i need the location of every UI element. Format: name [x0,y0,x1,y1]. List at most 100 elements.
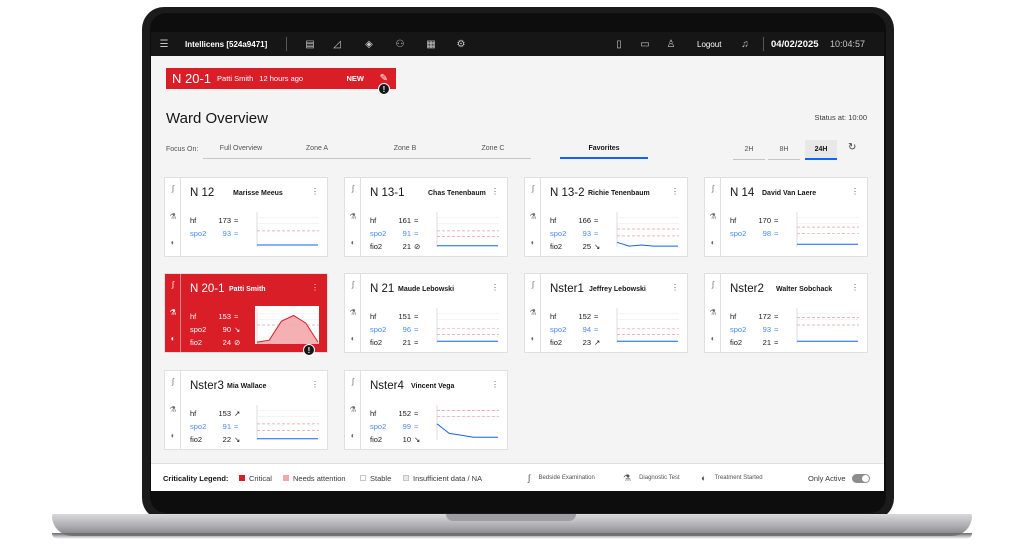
status-timestamp: Status at: 10:00 [814,113,867,122]
card-overflow-menu-icon[interactable]: ⋮ [671,283,679,292]
card-rail: ∫ ⚗ ◐ [345,371,361,449]
users-icon[interactable]: ⚇ [392,32,408,56]
card-overflow-menu-icon[interactable]: ⋮ [851,283,859,292]
stethoscope-icon[interactable]: ∫ [168,280,178,289]
tab-zone-b[interactable]: Zone B [355,139,455,159]
bed-card[interactable]: ∫ ⚗ ◐ N 21 Maude Lebowski ⋮ hf 151 ≈ spo… [345,274,507,352]
bandage-icon[interactable]: ◐ [708,334,718,343]
bed-card[interactable]: ∫ ⚗ ◐ N 13-2 Richie Tenenbaum ⋮ hf 166 ≈… [525,178,687,256]
card-overflow-menu-icon[interactable]: ⋮ [491,187,499,196]
flask-icon[interactable]: ⚗ [168,212,178,221]
chat-icon[interactable]: ▭ [637,32,653,56]
vital-row-2: fio2 21 ≈ [730,338,805,348]
vital-value: 94 [582,325,591,334]
flask-icon[interactable]: ⚗ [528,212,538,221]
tab-zone-c[interactable]: Zone C [455,139,531,159]
card-overflow-menu-icon[interactable]: ⋮ [311,283,319,292]
vital-label: fio2 [370,338,383,347]
logout-button[interactable]: Logout [697,32,721,56]
vital-value: 96 [402,325,411,334]
card-overflow-menu-icon[interactable]: ⋮ [671,187,679,196]
bed-card[interactable]: ∫ ⚗ ◐ Nster2 Walter Sobchack ⋮ hf 172 ≈ … [705,274,867,352]
stethoscope-icon[interactable]: ∫ [528,280,538,289]
stethoscope-icon[interactable]: ∫ [168,377,178,386]
bed-card[interactable]: ∫ ⚗ ◐ Nster3 Mia Wallace ⋮ hf 153 ↗ spo2… [165,371,327,449]
document-icon[interactable]: ▯ [611,32,627,56]
flask-icon[interactable]: ⚗ [168,308,178,317]
flask-icon[interactable]: ⚗ [168,405,178,414]
vital-trend-icon: ≈ [774,229,779,238]
bed-card[interactable]: ∫ ⚗ ◐ N 14 David Van Laere ⋮ hf 170 ≈ sp… [705,178,867,256]
flask-icon[interactable]: ⚗ [528,308,538,317]
hamburger-menu-icon[interactable]: ☰ [156,32,172,56]
bandage-icon[interactable]: ◐ [168,334,178,343]
bandage-icon[interactable]: ◐ [528,238,538,247]
vital-label: hf [370,216,377,225]
vital-label: hf [550,216,557,225]
tab-full-overview[interactable]: Full Overview [203,139,279,159]
vital-value: 91 [402,229,411,238]
range-24h[interactable]: 24H [805,140,837,160]
flask-icon: ⚗ [623,472,632,483]
vital-row-0: hf 161 ≈ [370,216,445,226]
bed-card[interactable]: ∫ ⚗ ◐ N 20-1 Patti Smith ⋮ hf 153 ≈ spo2… [165,274,327,352]
chart-icon[interactable]: ◿ [329,32,345,56]
bandage-icon[interactable]: ◐ [348,431,358,440]
settings-icon[interactable]: ⚙ [453,32,469,56]
vital-row-0: hf 172 ≈ [730,312,805,322]
stethoscope-icon[interactable]: ∫ [528,184,538,193]
app-title: Intellicens [524a9471] [185,39,268,49]
legend-critical-label: Critical [249,473,272,483]
toggle-switch[interactable] [852,473,870,483]
bandage-icon[interactable]: ◐ [168,431,178,440]
checklist-icon[interactable]: ▦ [423,32,439,56]
range-8h[interactable]: 8H [768,140,800,160]
bed-number: Nster2 [730,283,764,295]
card-rail: ∫ ⚗ ◐ [345,178,361,256]
tag-icon[interactable]: ◈ [361,32,377,56]
bandage-icon[interactable]: ◐ [168,238,178,247]
user-icon[interactable]: ♙ [663,32,679,56]
vital-label: hf [550,312,557,321]
card-overflow-menu-icon[interactable]: ⋮ [491,380,499,389]
tab-favorites[interactable]: Favorites [560,139,648,159]
new-alert-banner[interactable]: N 20-1 Patti Smith 12 hours ago NEW ✎ [166,68,396,89]
stethoscope-icon[interactable]: ∫ [708,184,718,193]
bandage-icon[interactable]: ◐ [348,238,358,247]
tab-zone-a[interactable]: Zone A [279,139,355,159]
vital-trend-icon: ↘ [234,435,241,444]
stethoscope-icon[interactable]: ∫ [348,280,358,289]
bed-card[interactable]: ∫ ⚗ ◐ N 12 Marisse Meeus ⋮ hf 173 ≈ spo2… [165,178,327,256]
bed-card[interactable]: ∫ ⚗ ◐ Nster4 Vincent Vega ⋮ hf 152 ≈ spo… [345,371,507,449]
bandage-icon[interactable]: ◐ [348,334,358,343]
clipboard-icon[interactable]: ▤ [302,32,318,56]
stethoscope-icon[interactable]: ∫ [348,377,358,386]
flask-icon[interactable]: ⚗ [708,308,718,317]
flask-icon[interactable]: ⚗ [348,308,358,317]
card-overflow-menu-icon[interactable]: ⋮ [851,187,859,196]
vital-row-1: spo2 91 ≈ [190,422,265,432]
only-active-toggle[interactable] [852,464,870,491]
card-overflow-menu-icon[interactable]: ⋮ [311,380,319,389]
vital-value: 25 [582,242,591,251]
card-overflow-menu-icon[interactable]: ⋮ [311,187,319,196]
stethoscope-icon[interactable]: ∫ [348,184,358,193]
bell-icon[interactable]: ♫ [737,32,753,56]
page-title: Ward Overview [166,110,268,127]
bandage-icon[interactable]: ◐ [528,334,538,343]
stethoscope-icon[interactable]: ∫ [708,280,718,289]
stethoscope-icon[interactable]: ∫ [168,184,178,193]
flask-icon[interactable]: ⚗ [348,212,358,221]
range-2h[interactable]: 2H [733,140,765,160]
bandage-icon[interactable]: ◐ [708,238,718,247]
bed-card[interactable]: ∫ ⚗ ◐ Nster1 Jeffrey Lebowski ⋮ hf 152 ≈… [525,274,687,352]
card-overflow-menu-icon[interactable]: ⋮ [491,283,499,292]
refresh-icon[interactable]: ↻ [848,142,856,153]
vital-trend-icon: ≈ [414,216,419,225]
vital-label: spo2 [370,229,387,238]
patient-name: Marisse Meeus [233,190,283,197]
flask-icon[interactable]: ⚗ [708,212,718,221]
flask-icon[interactable]: ⚗ [348,405,358,414]
bed-card[interactable]: ∫ ⚗ ◐ N 13-1 Chas Tenenbaum ⋮ hf 161 ≈ s… [345,178,507,256]
vital-label: spo2 [190,229,207,238]
